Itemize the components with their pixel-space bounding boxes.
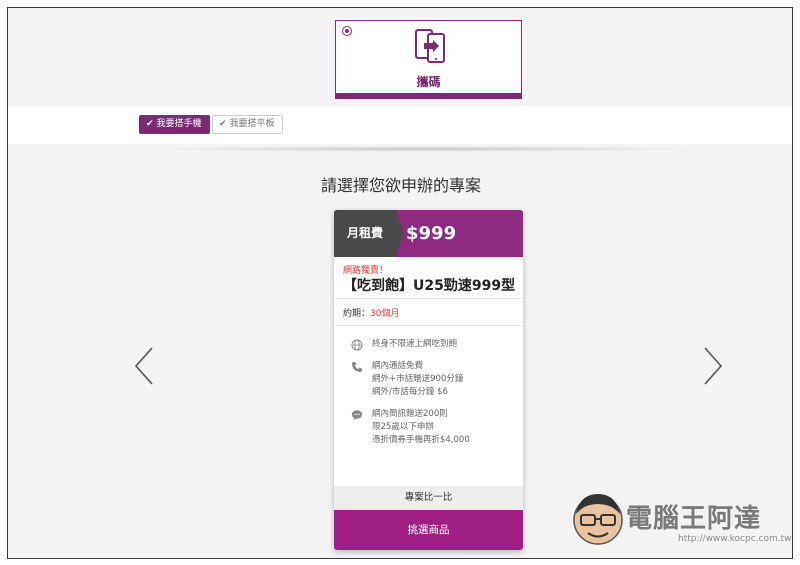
page-title: 請選擇您欲申辦的專案 — [320, 176, 481, 195]
device-option-area: 攜碼 — [8, 8, 792, 106]
plan-name: 【吃到飽】U25勁速999型 — [343, 278, 516, 294]
previous-arrow-icon[interactable] — [133, 346, 155, 386]
compare-plans-button[interactable]: 專案比一比 — [334, 486, 523, 510]
feature-line: 限25歲以下申辦 — [372, 422, 434, 432]
select-product-button[interactable]: 挑選商品 — [334, 510, 523, 550]
watermark: 電腦王阿達 http://www.kocpc.com.tw — [568, 482, 792, 552]
check-icon: ✔ — [219, 119, 227, 129]
feature-line: 網內通話免費 — [372, 361, 424, 371]
port-number-option-card[interactable]: 攜碼 — [335, 20, 522, 99]
phone-transfer-icon — [415, 29, 445, 63]
option-radio-button[interactable] — [342, 26, 352, 36]
divider-shadow — [138, 146, 708, 152]
contract-term: 約期：30個月 — [343, 306, 399, 319]
mascot-face-icon — [573, 494, 623, 545]
term-label: 約期： — [343, 309, 371, 319]
plan-price-header: 月租費 $999 — [334, 210, 523, 257]
watermark-title: 電腦王阿達 — [626, 504, 762, 534]
plan-price: $999 — [406, 223, 457, 244]
term-value: 30個月 — [370, 309, 400, 319]
plan-card: 月租費 $999 網路獨賣！ 【吃到飽】U25勁速999型 約期：30個月 終身… — [334, 210, 523, 550]
tab-label: 我要搭手機 — [156, 119, 202, 129]
tab-with-tablet[interactable]: ✔ 我要搭平板 — [212, 115, 283, 134]
feature-line: 終身不限速上網吃到飽 — [372, 339, 458, 349]
next-arrow-icon[interactable] — [702, 346, 724, 386]
phone-icon — [352, 362, 362, 372]
divider — [334, 325, 523, 326]
page-frame: 攜碼 ✔ 我要搭手機 ✔ 我要搭平板 請選擇您欲申辦的專案 月租費 $999 網路獨… — [7, 7, 793, 559]
device-tab-strip: ✔ 我要搭手機 ✔ 我要搭平板 — [8, 106, 792, 144]
check-icon: ✔ — [146, 119, 154, 129]
feature-line: 憑折價券手機再折$4,000 — [372, 435, 470, 445]
tab-with-phone[interactable]: ✔ 我要搭手機 — [139, 115, 210, 134]
chat-bubble-icon — [351, 410, 363, 421]
monthly-fee-label: 月租費 — [334, 210, 404, 257]
watermark-url: http://www.kocpc.com.tw — [678, 534, 792, 544]
feature-line: 網外+市話贈送900分鐘 — [372, 374, 464, 384]
feature-line: 網外/市話每分鐘 $6 — [372, 387, 448, 397]
globe-icon — [351, 339, 363, 351]
divider — [334, 298, 523, 299]
tab-label: 我要搭平板 — [229, 119, 275, 129]
option-label: 攜碼 — [416, 75, 441, 89]
feature-line: 網內簡訊贈送200則 — [372, 409, 448, 419]
